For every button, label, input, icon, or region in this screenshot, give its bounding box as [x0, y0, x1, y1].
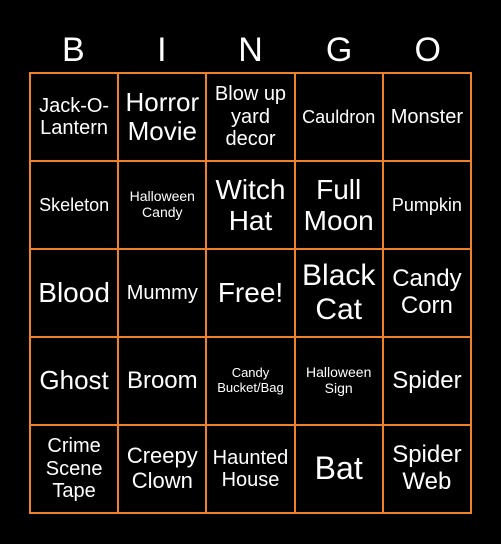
cell-label: Mummy	[126, 281, 198, 304]
bingo-cell[interactable]: Cauldron	[294, 73, 383, 161]
header-letter: I	[157, 31, 167, 69]
header-letter: G	[325, 31, 353, 69]
cell-label: Creepy Clown	[126, 443, 198, 493]
bingo-cell[interactable]: Crime Scene Tape	[30, 425, 119, 513]
cell-label: Free!	[217, 277, 284, 309]
cell-label: Monster	[390, 105, 464, 128]
bingo-cell[interactable]: Broom	[118, 337, 207, 425]
header-letter: B	[61, 31, 85, 69]
bingo-cell[interactable]: Candy Bucket/Bag	[206, 337, 295, 425]
bingo-header: B I N G O	[29, 28, 472, 72]
cell-label: Haunted House	[212, 446, 289, 491]
bingo-cell[interactable]: Halloween Sign	[294, 337, 383, 425]
bingo-cell[interactable]: Creepy Clown	[118, 425, 207, 513]
bingo-cell[interactable]: Monster	[382, 73, 471, 161]
header-letter: O	[414, 31, 441, 69]
cell-label: Horror Movie	[125, 86, 200, 146]
cell-label: Black Cat	[302, 259, 376, 326]
cell-label: Candy Corn	[392, 265, 462, 319]
cell-label: Jack-O-Lantern	[39, 94, 110, 139]
cell-label: Halloween Sign	[306, 364, 372, 396]
bingo-card: Jack-O-Lantern Horror Movie Blow up yard d…	[29, 72, 472, 514]
cell-label: Spider	[392, 366, 462, 394]
bingo-cell[interactable]: Blow up yard decor	[206, 73, 295, 161]
cell-label: Ghost	[39, 365, 109, 396]
bingo-cell[interactable]: Jack-O-Lantern	[30, 73, 119, 161]
bingo-cell[interactable]: Horror Movie	[118, 73, 207, 161]
cell-label: Full Moon	[303, 173, 374, 236]
cell-label: Crime Scene Tape	[45, 435, 103, 503]
bingo-cell[interactable]: Full Moon	[294, 161, 383, 249]
bingo-cell[interactable]: Pumpkin	[382, 161, 471, 249]
bingo-cell[interactable]: Spider	[382, 337, 471, 425]
cell-label: Candy Bucket/Bag	[217, 365, 284, 395]
cell-label: Broom	[126, 366, 198, 394]
cell-label: Blood	[38, 277, 110, 309]
cell-label: Cauldron	[302, 106, 376, 127]
bingo-cell[interactable]: Ghost	[30, 337, 119, 425]
bingo-cell[interactable]: Bat	[294, 425, 383, 513]
bingo-cell[interactable]: Haunted House	[206, 425, 295, 513]
bingo-cell[interactable]: Mummy	[118, 249, 207, 337]
cell-label: Bat	[314, 450, 363, 487]
bingo-cell[interactable]: Black Cat	[294, 249, 383, 337]
cell-label: Pumpkin	[391, 194, 462, 215]
bingo-cell[interactable]: Halloween Candy	[118, 161, 207, 249]
cell-label: Halloween Candy	[129, 188, 195, 220]
cell-label: Spider Web	[392, 441, 462, 495]
bingo-cell[interactable]: Candy Corn	[382, 249, 471, 337]
bingo-cell[interactable]: Spider Web	[382, 425, 471, 513]
bingo-cell[interactable]: Free!	[206, 249, 295, 337]
bingo-cell[interactable]: Blood	[30, 249, 119, 337]
cell-label: Blow up yard decor	[214, 83, 287, 151]
cell-label: Skeleton	[39, 194, 110, 215]
header-letter: N	[238, 31, 263, 69]
bingo-cell[interactable]: Skeleton	[30, 161, 119, 249]
bingo-cell[interactable]: Witch Hat	[206, 161, 295, 249]
cell-label: Witch Hat	[215, 173, 286, 236]
